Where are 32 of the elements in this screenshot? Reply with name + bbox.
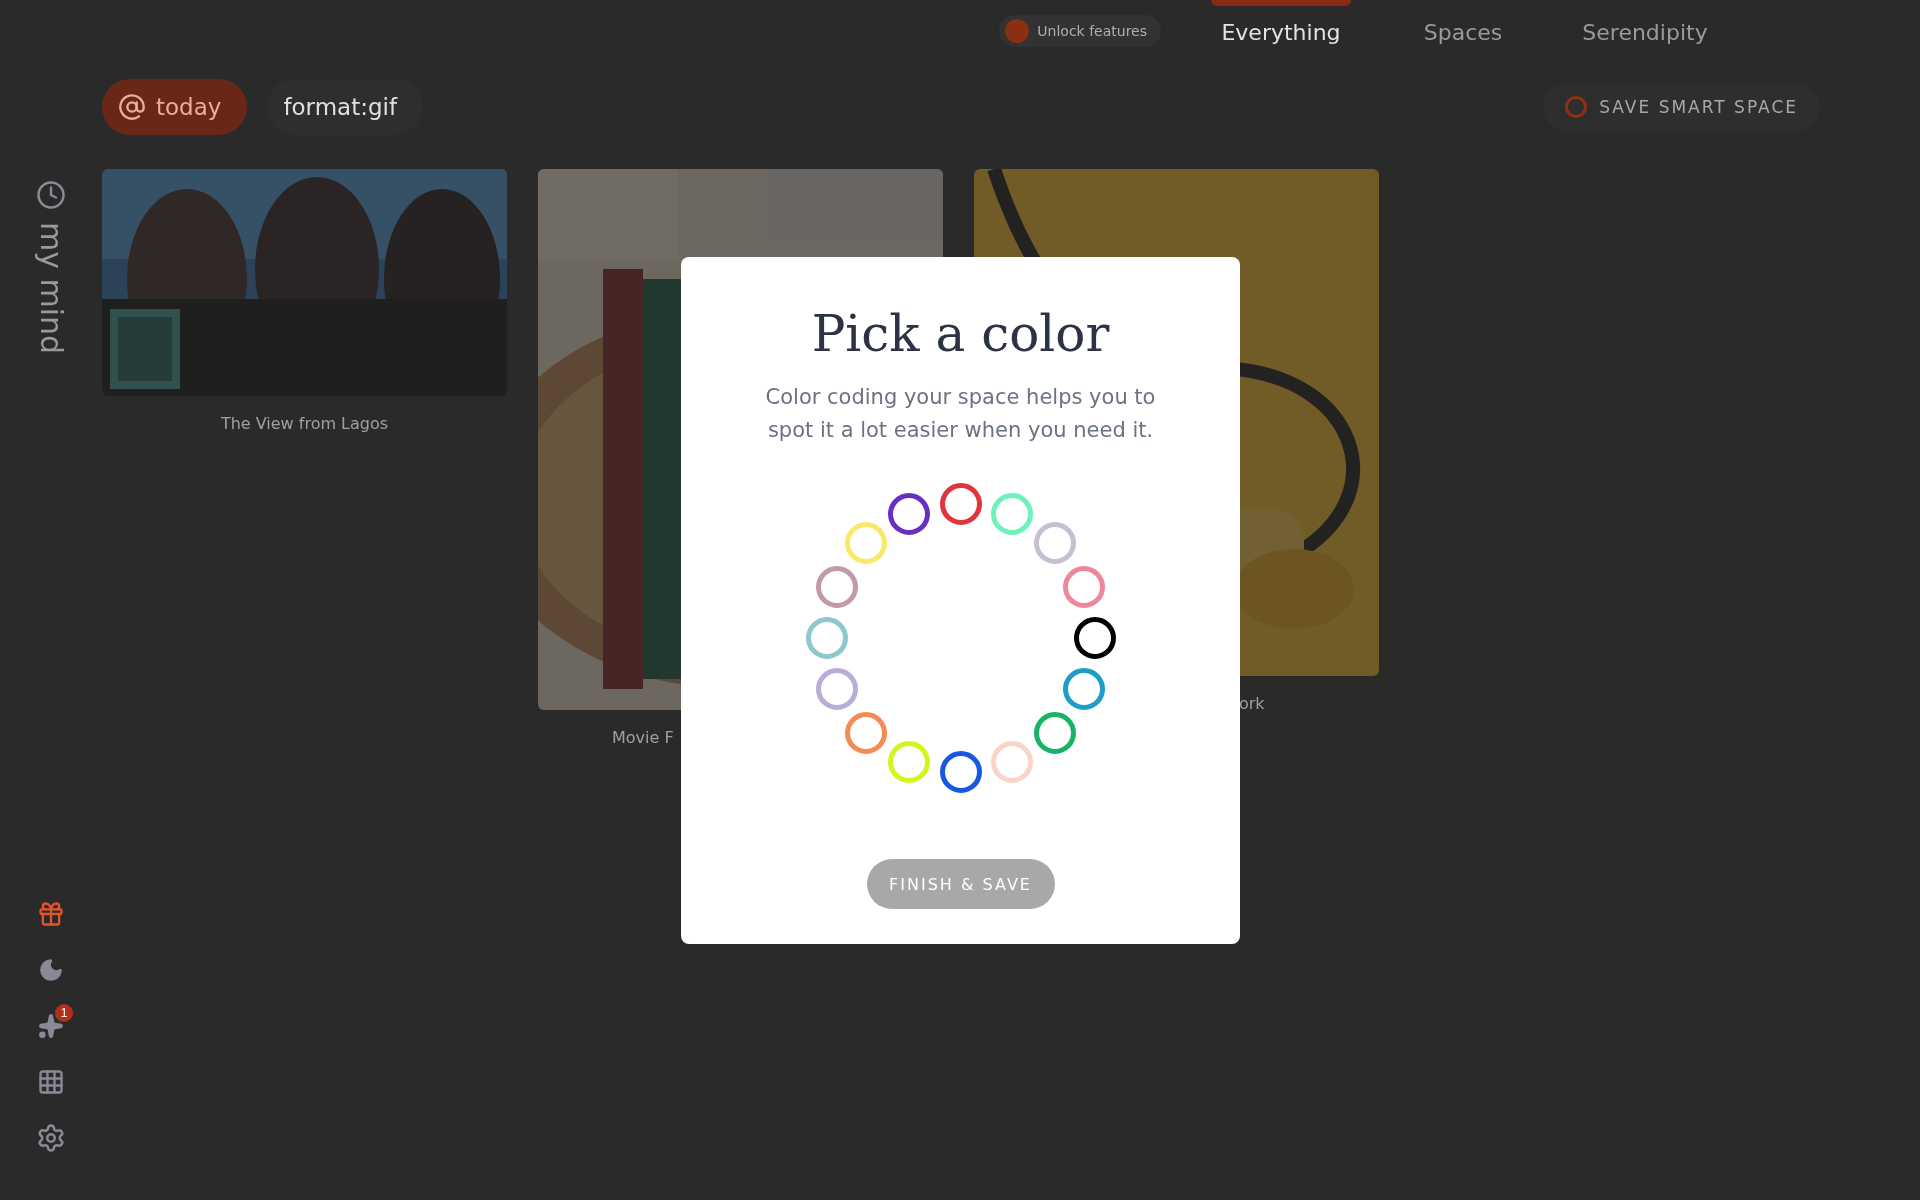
color-swatch[interactable]	[888, 493, 931, 536]
filter-chip[interactable]: format:gif	[267, 79, 423, 135]
color-swatch[interactable]	[1034, 711, 1077, 754]
dialog-description: Color coding your space helps you to spot it a lot easier when you need it.	[764, 384, 1157, 444]
card-caption: Movie F	[611, 728, 675, 747]
color-swatch[interactable]	[939, 483, 982, 525]
card-caption: The View from Lagos	[219, 414, 390, 433]
save-smart-space-button[interactable]: SAVE SMART SPACE	[1543, 83, 1820, 131]
color-swatch[interactable]	[1063, 565, 1106, 608]
clock-icon	[36, 180, 66, 210]
grid-icon	[37, 1068, 65, 1096]
tab[interactable]: Everything	[1221, 20, 1341, 45]
notification-badge: 1	[55, 1004, 73, 1022]
filter-chip[interactable]: today	[102, 79, 248, 135]
dialog-title: Pick a color	[811, 305, 1110, 363]
sparkles-button[interactable]: 1	[29, 1004, 73, 1048]
color-swatch[interactable]	[815, 668, 858, 711]
sidebar-title: my mind	[33, 222, 69, 355]
color-swatch[interactable]	[1073, 617, 1116, 659]
moon-icon	[38, 957, 64, 983]
at-sign-icon	[118, 93, 146, 121]
settings-icon	[36, 1123, 66, 1153]
color-swatch[interactable]	[1063, 668, 1106, 711]
color-swatch[interactable]	[939, 751, 982, 793]
gift-icon	[37, 900, 65, 928]
tab[interactable]: Spaces	[1423, 20, 1503, 45]
card-caption: ork	[1238, 694, 1266, 713]
color-swatch[interactable]	[815, 565, 858, 608]
color-swatch[interactable]	[805, 617, 848, 659]
tab[interactable]: Serendipity	[1582, 20, 1708, 45]
unlock-features-button[interactable]: Unlock features	[999, 15, 1161, 47]
color-swatch[interactable]	[844, 711, 887, 754]
